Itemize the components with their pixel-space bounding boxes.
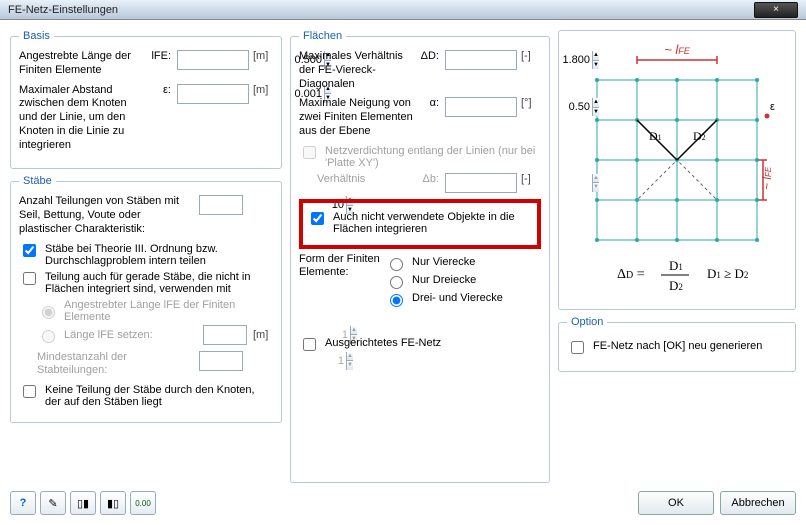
flaechen-group: Flächen Maximales Verhältnis der FE-Vier… [290,30,550,483]
layout-1-button[interactable]: ▯▮ [70,491,96,515]
lfe-unit: [m] [253,50,273,64]
diag-unit: [-] [521,50,541,64]
ok-button[interactable]: OK [638,491,714,515]
diagram-eps: ε [770,101,775,113]
ausgerichtet-checkbox[interactable] [303,338,316,351]
highlighted-option: Auch nicht verwendete Objekte in die Flä… [299,199,541,249]
eps-unit: [m] [253,84,273,98]
lfe-setzen-radio [42,330,55,343]
spin-down-icon[interactable]: ▼ [592,108,599,117]
svg-text:D2: D2 [669,278,683,293]
dialog-footer: ? ✎ ▯▮ ▮▯ 0.00 OK Abbrechen [10,483,796,515]
neig-input[interactable]: ▲▼ [445,97,517,117]
spin-up-icon[interactable]: ▲ [592,51,599,61]
window-title: FE-Netz-Einstellungen [8,4,118,16]
edit-button[interactable]: ✎ [40,491,66,515]
close-button[interactable]: × [754,2,798,18]
form-beide-radio[interactable] [390,294,403,307]
svg-text:~ lFE: ~ lFE [760,166,774,190]
form-beide-label: Drei- und Vierecke [412,292,503,306]
regen-checkbox[interactable] [571,341,584,354]
lfe-label: Angestrebte Länge der Finiten Elemente [19,50,145,78]
teilungen-input[interactable]: ▲▼ [199,195,243,215]
basis-group: Basis Angestrebte Länge der Finiten Elem… [10,30,282,169]
staebe-group: Stäbe Anzahl Teilungen von Stäben mit Se… [10,175,282,423]
diag-label: Maximales Verhältnis der FE-Viereck-Diag… [299,50,413,91]
form-dreiecke-radio[interactable] [390,276,403,289]
fe-mesh-diagram: ~ lFE [558,30,796,310]
angestrebt-label: Angestrebter Länge lFE der Finiten Eleme… [64,299,273,323]
svg-text:ΔD =: ΔD = [617,267,645,282]
gerade-staebe-label: Teilung auch für gerade Stäbe, die nicht… [45,271,273,295]
form-vierecke-radio[interactable] [390,258,403,271]
option-legend: Option [567,316,607,328]
spin-up-icon[interactable]: ▲ [592,98,599,108]
neig-label: Maximale Neigung von zwei Finiten Elemen… [299,97,413,138]
gerade-staebe-checkbox[interactable] [23,272,36,285]
form-dreiecke-label: Nur Dreiecke [412,274,476,288]
theorie3-checkbox[interactable] [23,244,36,257]
option-group: Option FE-Netz nach [OK] neu generieren [558,316,796,372]
dialog-content: Basis Angestrebte Länge der Finiten Elem… [0,20,806,525]
eps-input[interactable]: ▲▼ [177,84,249,104]
form-vierecke-label: Nur Vierecke [412,256,475,270]
neig-symbol: α: [417,97,441,111]
svg-text:D1 ≥ D2: D1 ≥ D2 [707,266,748,281]
theorie3-label: Stäbe bei Theorie III. Ordnung bzw. Durc… [45,243,273,267]
verh-symbol: Δb: [417,173,441,187]
verh-unit: [-] [521,173,541,187]
auch-objekte-checkbox[interactable] [311,212,324,225]
netzverdichtung-checkbox [303,146,316,159]
title-bar: FE-Netz-Einstellungen × [0,0,806,20]
min-teilungen-input: ▲▼ [199,351,243,371]
flaechen-legend: Flächen [299,30,346,42]
keine-teilung-label: Keine Teilung der Stäbe durch den Knoten… [45,384,273,408]
netzverdichtung-label: Netzverdichtung entlang der Linien (nur … [325,145,541,169]
neig-unit: [°] [521,97,541,111]
keine-teilung-checkbox[interactable] [23,385,36,398]
lfe-input[interactable]: ▲▼ [177,50,249,70]
diag-symbol: ΔD: [417,50,441,64]
lfe-symbol: lFE: [149,50,173,64]
min-teilungen-label: Mindestanzahl der Stabteilungen: [37,351,195,379]
eps-symbol: ε: [149,84,173,98]
verh-input: ▲▼ [445,173,517,193]
lfe-setzen-input: ▲▼ [203,325,247,345]
diagram-lfe-top: ~ lFE [664,42,691,57]
verh-label: Verhältnis [317,173,413,187]
diagram-d1: D1 [649,129,662,143]
form-label: Form der Finiten Elemente: [299,253,381,281]
lfe-setzen-label: Länge lFE setzen: [64,329,153,341]
layout-2-button[interactable]: ▮▯ [100,491,126,515]
precision-button[interactable]: 0.00 [130,491,156,515]
teilungen-label: Anzahl Teilungen von Stäben mit Seil, Be… [19,195,195,236]
footer-toolbar: ? ✎ ▯▮ ▮▯ 0.00 [10,491,156,515]
staebe-legend: Stäbe [19,175,56,187]
basis-legend: Basis [19,30,54,42]
lfe-setzen-unit: [m] [253,329,273,341]
regen-label: FE-Netz nach [OK] neu generieren [593,340,762,352]
spin-down-icon[interactable]: ▼ [592,61,599,70]
diagram-d2: D2 [693,129,706,143]
eps-label: Maximaler Abstand zwischen dem Knoten un… [19,84,145,153]
help-button[interactable]: ? [10,491,36,515]
svg-text:D1: D1 [669,258,683,273]
diag-input[interactable]: ▲▼ [445,50,517,70]
auch-objekte-label: Auch nicht verwendete Objekte in die Flä… [333,211,533,235]
ausgerichtet-label: Ausgerichtetes FE-Netz [325,337,441,349]
angestrebt-radio [42,306,55,319]
cancel-button[interactable]: Abbrechen [720,491,796,515]
